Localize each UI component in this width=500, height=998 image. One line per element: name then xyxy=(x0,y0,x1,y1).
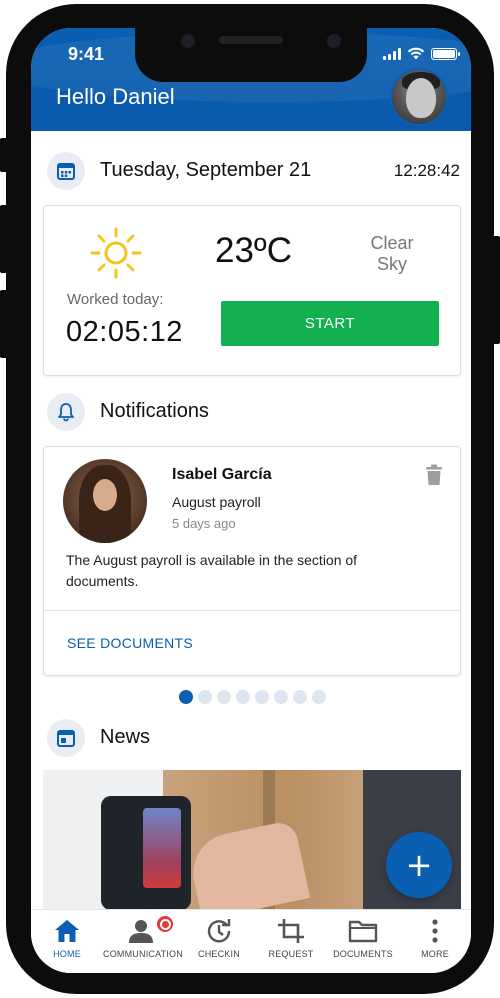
notification-sender: Isabel García xyxy=(172,466,272,483)
news-icon-badge xyxy=(47,719,85,757)
status-time: 9:41 xyxy=(68,44,105,64)
communication-icon xyxy=(128,920,153,943)
checkin-icon xyxy=(207,919,231,943)
card-divider xyxy=(43,610,461,611)
side-button-mute xyxy=(0,138,8,172)
nav-label: HOME xyxy=(53,949,81,959)
pagination-dots xyxy=(179,690,326,704)
bottom-navigation: HOME COMMUNICATION CHECKIN REQUEST DOCUM… xyxy=(31,909,471,973)
nav-item-documents[interactable]: DOCUMENTS xyxy=(327,910,399,973)
side-button-power xyxy=(492,236,500,344)
nav-label: MORE xyxy=(421,949,449,959)
pagination-dot[interactable] xyxy=(274,690,288,704)
temperature: 23ºC xyxy=(215,231,292,270)
pagination-dot[interactable] xyxy=(312,690,326,704)
folder-icon xyxy=(348,920,378,943)
side-button-volume-up xyxy=(0,205,8,273)
calendar-icon xyxy=(57,163,75,180)
battery-icon xyxy=(431,47,460,60)
pagination-dot[interactable] xyxy=(217,690,231,704)
calendar-icon-badge xyxy=(47,152,85,190)
nav-item-request[interactable]: REQUEST xyxy=(255,910,327,973)
nav-item-home[interactable]: HOME xyxy=(31,910,103,973)
current-date: Tuesday, September 21 xyxy=(100,159,312,181)
nav-label: CHECKIN xyxy=(198,949,240,959)
pagination-dot[interactable] xyxy=(179,690,193,704)
crop-icon xyxy=(277,919,304,943)
trash-icon[interactable] xyxy=(425,464,443,486)
status-icons xyxy=(383,47,460,60)
phone-notch xyxy=(135,28,367,82)
start-button[interactable]: START xyxy=(221,301,439,346)
bell-icon xyxy=(58,403,74,422)
sender-avatar xyxy=(63,459,147,543)
current-clock: 12:28:42 xyxy=(393,161,460,180)
nav-item-communication[interactable]: COMMUNICATION xyxy=(103,910,183,973)
pagination-dot[interactable] xyxy=(255,690,269,704)
notification-badge xyxy=(155,914,176,934)
nav-label: COMMUNICATION xyxy=(103,949,183,959)
worked-today-label: Worked today: xyxy=(67,291,164,308)
weather-condition-line1: Clear xyxy=(370,233,414,253)
app-screen: 9:41 Hello Daniel Tuesday, September 21 … xyxy=(31,28,471,973)
weather-condition: Clear Sky xyxy=(351,233,433,275)
user-avatar[interactable] xyxy=(390,68,448,126)
home-icon xyxy=(55,920,79,942)
pagination-dot[interactable] xyxy=(293,690,307,704)
news-title: News xyxy=(100,726,151,748)
nav-item-checkin[interactable]: CHECKIN xyxy=(183,910,255,973)
pagination-dot[interactable] xyxy=(198,690,212,704)
nav-label: DOCUMENTS xyxy=(333,949,393,959)
more-icon xyxy=(432,919,438,943)
notification-time: 5 days ago xyxy=(172,516,236,531)
pagination-dot[interactable] xyxy=(236,690,250,704)
see-documents-link[interactable]: SEE DOCUMENTS xyxy=(67,635,193,651)
bell-icon-badge xyxy=(47,393,85,431)
nav-item-more[interactable]: MORE xyxy=(399,910,471,973)
nav-label: REQUEST xyxy=(268,949,314,959)
signal-icon xyxy=(383,47,401,60)
wifi-icon xyxy=(407,47,425,60)
notification-subject: August payroll xyxy=(172,494,261,510)
greeting-text: Hello Daniel xyxy=(56,84,175,109)
weather-condition-line2: Sky xyxy=(376,254,407,274)
worked-today-value: 02:05:12 xyxy=(66,316,183,348)
notification-body: The August payroll is available in the s… xyxy=(66,552,358,589)
side-button-volume-down xyxy=(0,290,8,358)
news-calendar-icon xyxy=(57,730,75,747)
notifications-title: Notifications xyxy=(100,400,209,422)
sun-icon xyxy=(90,227,142,279)
add-fab-button[interactable]: + xyxy=(386,832,452,898)
